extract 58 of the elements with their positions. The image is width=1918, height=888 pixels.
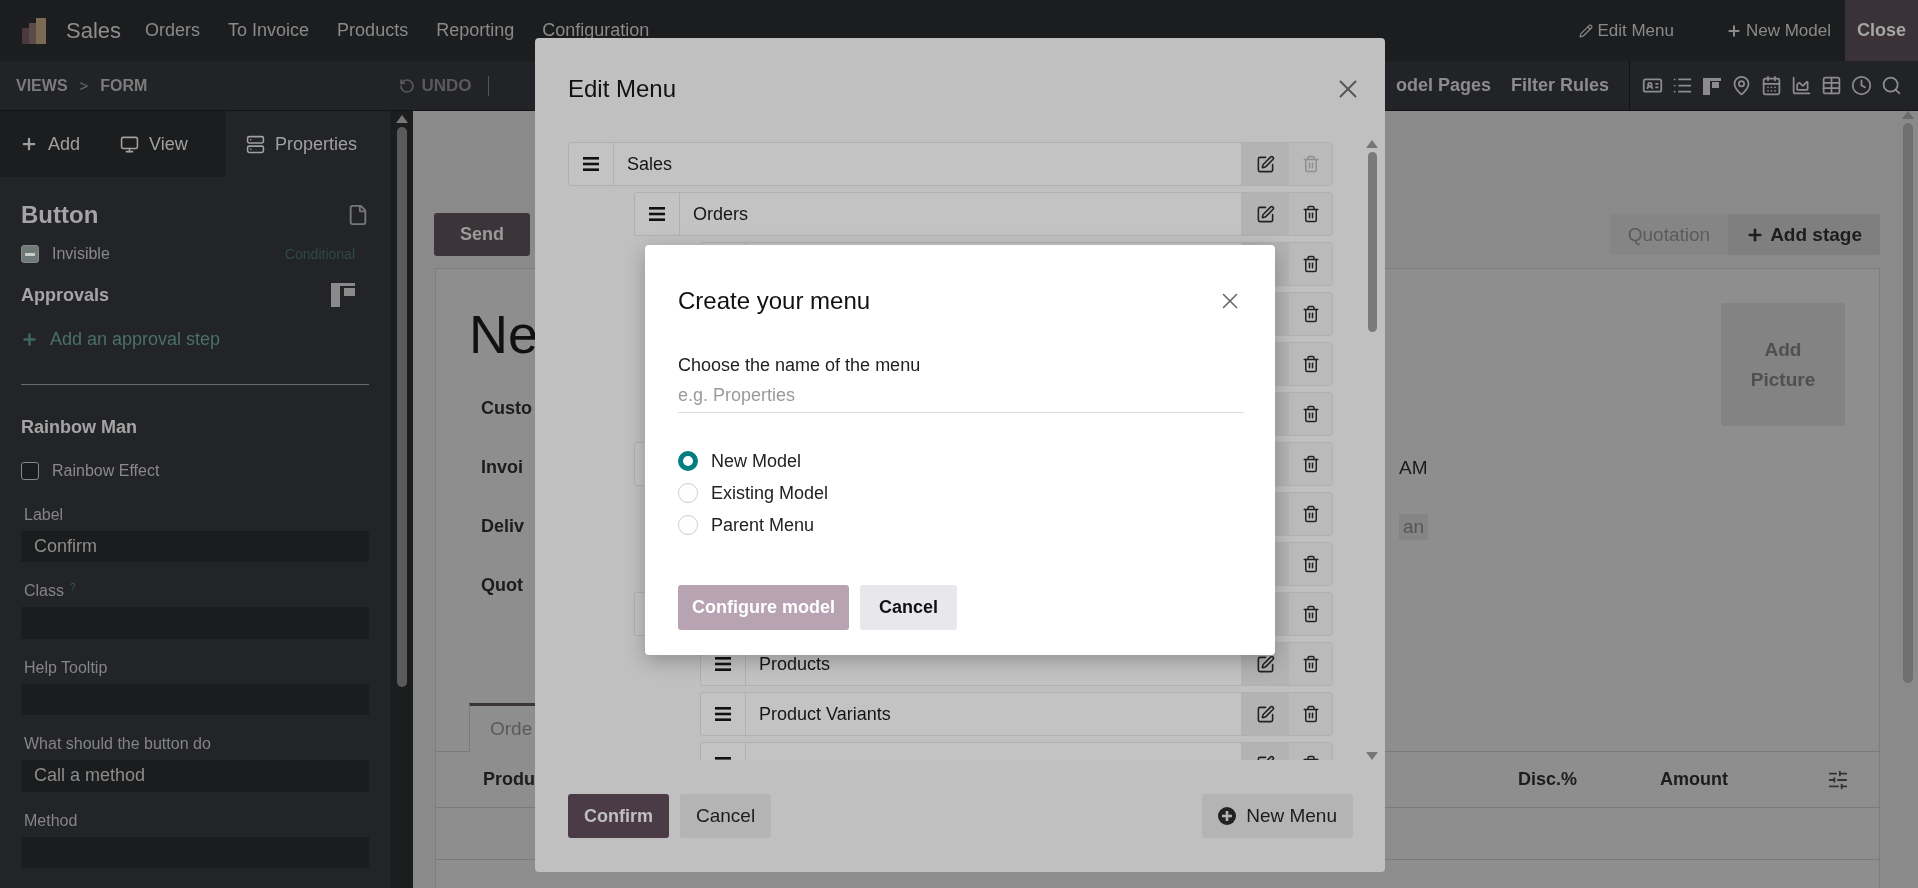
cancel-button[interactable]: Cancel (860, 585, 958, 630)
panel-tab[interactable]: View (100, 111, 208, 177)
radio-label: Existing Model (711, 482, 829, 504)
checkbox-label: Invisible (52, 245, 110, 263)
panel-title: Button (21, 201, 99, 229)
breadcrumb-current: FORM (100, 76, 148, 95)
menu-row[interactable]: Product Variants (700, 692, 1333, 736)
toolbar-link[interactable]: Filter Rules (1510, 75, 1609, 96)
menu-item[interactable]: Reporting (436, 20, 515, 41)
toolbar-link[interactable]: New Model (1725, 20, 1831, 41)
column-header[interactable]: Amount (1660, 769, 1728, 790)
input-field[interactable]: Confirm (21, 530, 369, 563)
field-label: Choose the name of the menu (678, 355, 922, 376)
field-label: Custo (481, 398, 532, 419)
radio-label: Parent Menu (711, 514, 815, 536)
field-label: What should the button do (24, 735, 211, 754)
confirm-button[interactable]: Confirm (568, 794, 669, 838)
field-label: Method (24, 811, 78, 830)
add-stage-button[interactable]: Add stage (1728, 214, 1880, 255)
menu-row[interactable]: Sales (568, 142, 1333, 186)
close-button[interactable]: Close (1845, 0, 1918, 61)
section-title: Approvals (21, 284, 110, 306)
field-value: AM (1399, 456, 1428, 479)
panel-tab[interactable]: Add (0, 111, 101, 177)
panel-tab[interactable]: Properties (226, 111, 390, 177)
menu-item[interactable]: To Invoice (228, 20, 310, 41)
field-label: Quot (481, 575, 523, 596)
app-name[interactable]: Sales (66, 17, 122, 44)
menu-name: Orders (692, 202, 749, 226)
menu-item[interactable]: Products (337, 20, 409, 41)
section-title: Rainbow Man (21, 416, 138, 438)
input-field[interactable]: Call a method (21, 760, 369, 792)
cancel-button[interactable]: Cancel (680, 794, 772, 838)
send-button[interactable]: Send (434, 213, 530, 256)
menu-row[interactable]: Orders (634, 192, 1333, 236)
menu-item[interactable]: Configuration (542, 20, 650, 41)
breadcrumb-separator: > (79, 77, 89, 94)
field-label: Deliv (481, 516, 525, 537)
menu-name: Product Variants (758, 702, 892, 726)
menu-name: Sales (626, 152, 674, 176)
dialog-title: Edit Menu (568, 75, 677, 103)
toolbar-link[interactable]: Edit Menu (1579, 20, 1674, 41)
breadcrumb-link[interactable]: VIEWS (16, 76, 68, 95)
add-approval-link[interactable]: Add an approval step (50, 329, 221, 350)
field-label: Class (24, 582, 64, 601)
toolbar-link[interactable]: odel Pages (1395, 75, 1491, 96)
new-menu-button[interactable]: New Menu (1202, 794, 1353, 838)
field-label: Label (24, 505, 64, 524)
checkbox-label: Rainbow Effect (52, 461, 160, 480)
field-label: Help Tooltip (24, 658, 108, 677)
dialog-title: Create your menu (678, 287, 871, 315)
record-title: Ne (469, 303, 539, 365)
radio-label: New Model (711, 450, 802, 472)
column-header[interactable]: Disc.% (1518, 769, 1578, 789)
column-header[interactable]: Produ (483, 769, 535, 789)
menu-item[interactable]: Orders (145, 20, 201, 41)
field-label: Invoi (481, 457, 523, 478)
menu-name: Products (758, 652, 832, 676)
